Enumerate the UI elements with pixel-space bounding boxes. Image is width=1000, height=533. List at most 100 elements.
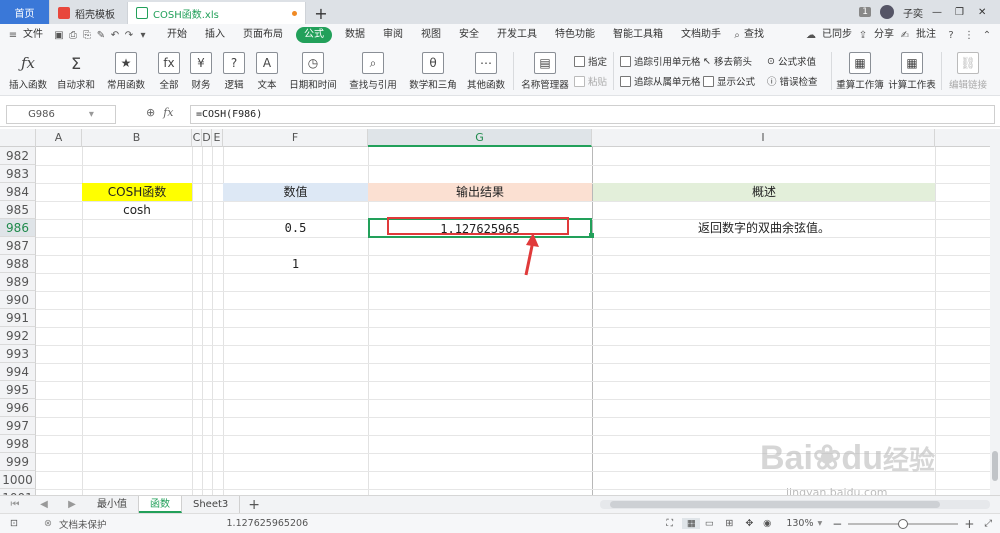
menu-formulas[interactable]: 公式: [296, 27, 332, 43]
lookup-functions-button[interactable]: ⌕ 查找与引用: [344, 46, 402, 91]
specify-button[interactable]: 指定: [574, 54, 607, 68]
text-functions-button[interactable]: A 文本: [253, 46, 281, 91]
prev-sheet-icon[interactable]: ◀: [30, 499, 58, 510]
cell-b984[interactable]: COSH函数: [82, 183, 192, 201]
horizontal-scrollbar-thumb[interactable]: [610, 501, 940, 508]
cell-i986[interactable]: 返回数字的双曲余弦值。: [593, 219, 935, 237]
zoom-out-icon[interactable]: −: [832, 517, 842, 531]
menu-file[interactable]: 文件: [20, 24, 52, 46]
restore-icon[interactable]: ❐: [955, 7, 969, 18]
reading-mode-icon[interactable]: ✥: [740, 518, 758, 529]
menu-insert[interactable]: 插入: [196, 24, 234, 46]
window-count-badge[interactable]: 1: [859, 7, 871, 17]
cell-f986[interactable]: 0.5: [223, 219, 368, 237]
search-icon[interactable]: ⌕: [730, 30, 744, 41]
trace-dependents-button[interactable]: 追踪从属单元格: [620, 74, 701, 88]
page-break-view-icon[interactable]: ⊞: [718, 518, 740, 529]
undo-icon[interactable]: ↶: [108, 30, 122, 41]
column-header-b[interactable]: B: [82, 129, 192, 147]
cell-i984[interactable]: 概述: [593, 183, 935, 201]
row-header-999[interactable]: 999: [0, 453, 36, 471]
zoom-slider-thumb[interactable]: [898, 518, 909, 529]
row-header-984[interactable]: 984: [0, 183, 36, 201]
sheet-tab-min[interactable]: 最小值: [86, 496, 139, 513]
minimize-icon[interactable]: —: [932, 7, 946, 18]
other-functions-button[interactable]: ⋯ 其他函数: [464, 46, 508, 91]
zoom-search-icon[interactable]: ⊕: [146, 106, 155, 119]
zoom-slider[interactable]: [848, 518, 959, 529]
more-icon[interactable]: ⋮: [962, 30, 976, 41]
column-header-i[interactable]: I: [592, 129, 935, 147]
menu-search[interactable]: 查找: [744, 24, 773, 46]
menu-view[interactable]: 视图: [412, 24, 450, 46]
eye-protect-icon[interactable]: ⛶: [666, 518, 682, 529]
scrollbar-thumb[interactable]: [992, 451, 998, 481]
cell-g984[interactable]: 输出结果: [368, 183, 592, 201]
row-header-992[interactable]: 992: [0, 327, 36, 345]
row-header-986[interactable]: 986: [0, 219, 36, 237]
menu-data[interactable]: 数据: [336, 24, 374, 46]
select-all-corner[interactable]: [0, 129, 36, 147]
column-header-c[interactable]: C: [192, 129, 202, 147]
cell-f984[interactable]: 数值: [223, 183, 368, 201]
row-header-1000[interactable]: 1000: [0, 471, 36, 489]
row-header-990[interactable]: 990: [0, 291, 36, 309]
sheet-tab-sheet3[interactable]: Sheet3: [182, 496, 241, 513]
macro-record-icon[interactable]: ⊡: [10, 518, 24, 529]
zoom-level[interactable]: 130%: [786, 518, 813, 529]
row-header-987[interactable]: 987: [0, 237, 36, 255]
fullscreen-icon[interactable]: ⤢: [984, 518, 992, 529]
vertical-scrollbar[interactable]: [990, 129, 1000, 495]
save-icon[interactable]: ▣: [52, 30, 66, 41]
redo-icon[interactable]: ↷: [122, 30, 136, 41]
sync-status[interactable]: 已同步: [818, 24, 856, 46]
remove-arrows-button[interactable]: ↖ 移去箭头: [703, 54, 752, 69]
collapse-ribbon-icon[interactable]: ⌃: [980, 30, 994, 41]
row-header-988[interactable]: 988: [0, 255, 36, 273]
name-box[interactable]: G986 ▾: [6, 105, 116, 124]
datetime-functions-button[interactable]: ◷ 日期和时间: [286, 46, 340, 91]
calc-sheet-button[interactable]: ▦ 计算工作表: [887, 46, 937, 91]
normal-view-icon[interactable]: ▦: [682, 518, 701, 529]
hamburger-icon[interactable]: ≡: [6, 30, 20, 41]
row-header-996[interactable]: 996: [0, 399, 36, 417]
recalc-workbook-button[interactable]: ▦ 重算工作簿: [835, 46, 885, 91]
comment-button[interactable]: 批注: [912, 24, 940, 46]
show-formulas-button[interactable]: 显示公式: [703, 74, 755, 88]
print-preview-icon[interactable]: ⎙: [66, 30, 80, 41]
column-header-e[interactable]: E: [212, 129, 223, 147]
trace-precedents-button[interactable]: 追踪引用单元格: [620, 54, 701, 68]
cell-b985[interactable]: cosh: [82, 201, 192, 219]
error-check-button[interactable]: ⓘ 错误检查: [767, 74, 818, 88]
evaluate-formula-button[interactable]: ⊙ 公式求值: [767, 54, 816, 69]
menu-page-layout[interactable]: 页面布局: [234, 24, 292, 46]
next-sheet-icon[interactable]: ▶: [58, 499, 86, 510]
protect-status[interactable]: 文档未保护: [59, 517, 107, 531]
menu-features[interactable]: 特色功能: [546, 24, 604, 46]
cell-f988[interactable]: 1: [223, 255, 368, 273]
column-header-d[interactable]: D: [202, 129, 212, 147]
insert-function-button[interactable]: ƒx 插入函数: [6, 46, 50, 91]
user-name[interactable]: 子奕: [903, 5, 923, 20]
finance-functions-button[interactable]: ¥ 财务: [187, 46, 215, 91]
common-functions-button[interactable]: ★ 常用函数: [104, 46, 148, 91]
column-header-f[interactable]: F: [223, 129, 368, 147]
horizontal-scrollbar[interactable]: [600, 500, 990, 509]
row-header-991[interactable]: 991: [0, 309, 36, 327]
formula-input[interactable]: =COSH(F986): [190, 105, 995, 124]
share-button[interactable]: 分享: [870, 24, 898, 46]
row-header-998[interactable]: 998: [0, 435, 36, 453]
edit-links-button[interactable]: ⛓ 编辑链接: [946, 46, 990, 91]
row-header-995[interactable]: 995: [0, 381, 36, 399]
menu-toolbox[interactable]: 智能工具箱: [604, 24, 672, 46]
row-header-983[interactable]: 983: [0, 165, 36, 183]
sheet-tab-functions[interactable]: 函数: [139, 496, 182, 513]
new-tab-button[interactable]: +: [306, 2, 336, 24]
math-functions-button[interactable]: θ 数学和三角: [406, 46, 460, 91]
format-painter-icon[interactable]: ✎: [94, 30, 108, 41]
spreadsheet-grid[interactable]: A B C D E F G I 982 983 984 985 986 987 …: [0, 129, 990, 495]
eye-care-icon[interactable]: ◉: [758, 518, 776, 529]
menu-developer[interactable]: 开发工具: [488, 24, 546, 46]
chevron-down-icon[interactable]: ▾: [136, 30, 150, 41]
row-header-993[interactable]: 993: [0, 345, 36, 363]
